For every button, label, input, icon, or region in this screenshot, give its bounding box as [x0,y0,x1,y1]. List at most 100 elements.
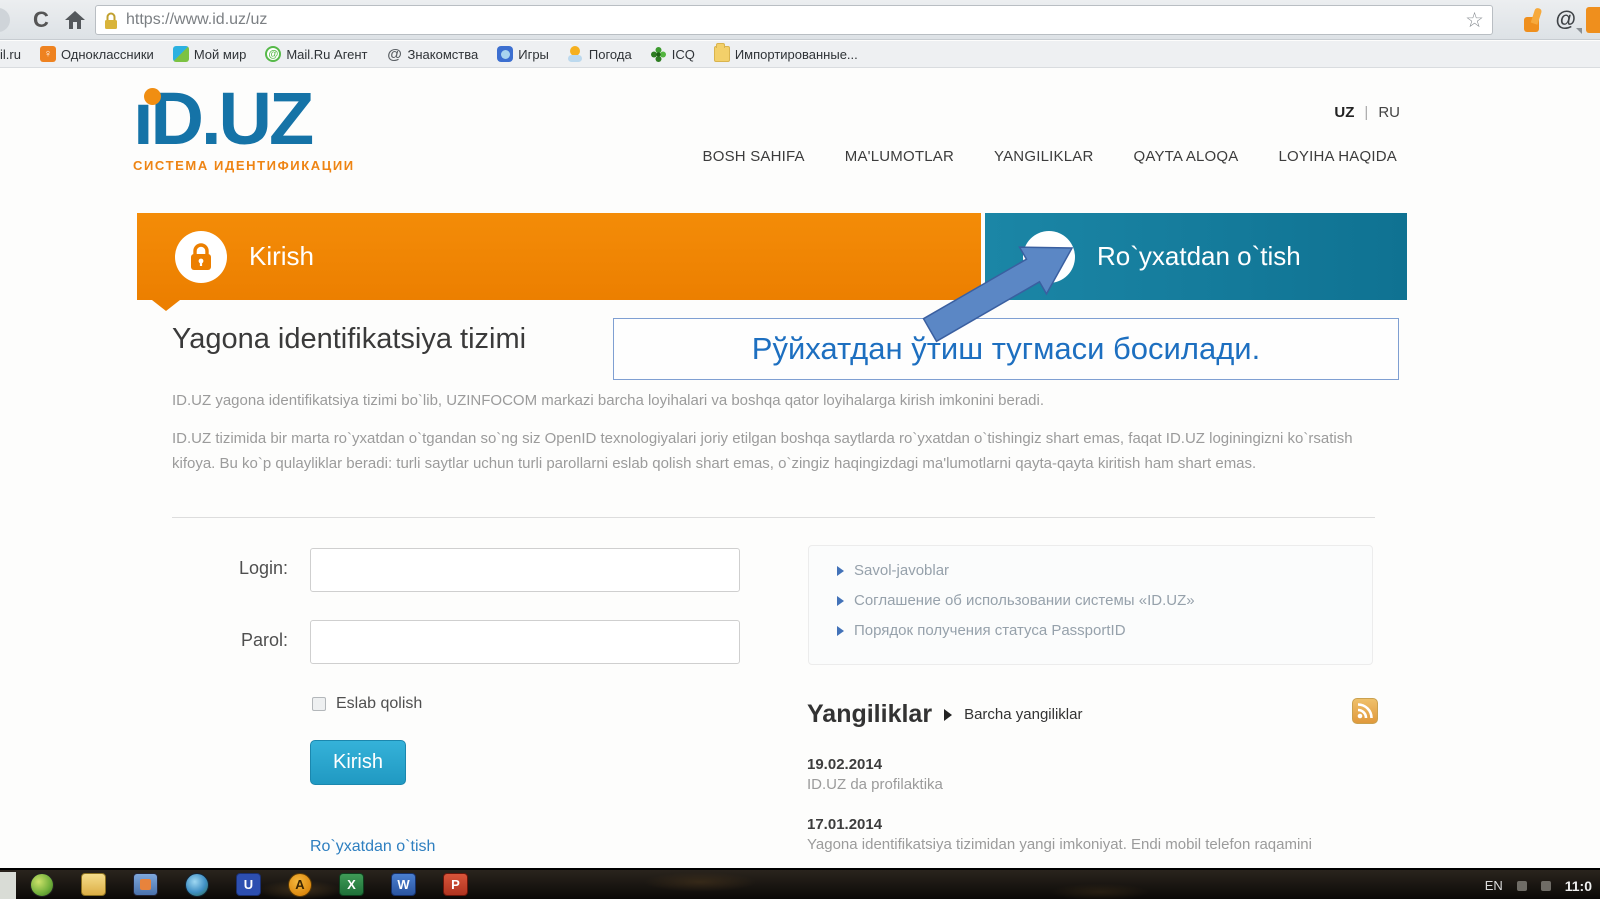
site-logo[interactable]: ıD.UZ СИСТЕМА ИДЕНТИФИКАЦИИ [133,82,355,173]
bookmark-icq[interactable]: ICQ [651,46,695,62]
folder-icon [714,46,730,62]
bookmark-label: Погода [589,47,632,62]
home-icon[interactable] [60,5,90,35]
news-item-date: 19.02.2014 [807,756,882,773]
page-title: Yagona identifikatsiya tizimi [172,323,526,356]
bookmark-mailru-agent[interactable]: @ Mail.Ru Агент [265,46,367,62]
remember-row: Eslab qolish [312,695,422,713]
bookmark-odnoklassniki[interactable]: ♀ Одноклассники [40,46,154,62]
section-divider [172,517,1375,518]
bookmark-label: il.ru [0,47,21,62]
link-soglashenie[interactable]: Соглашение об использовании системы «ID.… [837,592,1372,609]
bookmark-label: Импортированные... [735,47,858,62]
login-input[interactable] [310,548,740,592]
bookmark-moy-mir[interactable]: Мой мир [173,46,247,62]
nav-malumotlar[interactable]: MA'LUMOTLAR [845,148,954,165]
all-news-link[interactable]: Barcha yangiliklar [964,706,1082,723]
url-text: https://www.id.uz/uz [126,11,1465,29]
reload-icon[interactable]: C [26,5,56,35]
back-button-partial[interactable] [0,8,10,32]
start-button[interactable] [30,873,54,897]
tray-icon[interactable] [1517,881,1527,891]
page-content: ıD.UZ СИСТЕМА ИДЕНТИФИКАЦИИ UZ | RU BOSH… [0,68,1600,868]
tab-register-label: Ro`yxatdan o`tish [1097,241,1301,272]
games-icon [497,46,513,62]
explorer-icon[interactable] [81,873,106,896]
taskbar-clock[interactable]: 11:0 [1565,878,1592,894]
logo-title: ıD.UZ [133,82,355,156]
document-app-icon[interactable]: U [236,873,261,896]
logo-subtitle: СИСТЕМА ИДЕНТИФИКАЦИИ [133,158,355,173]
taskbar-tray: EN 11:0 [1485,870,1592,899]
like-extension-icon[interactable] [1524,8,1546,32]
main-navigation: BOSH SAHIFA MA'LUMOTLAR YANGILIKLAR QAYT… [600,148,1397,165]
nav-loyiha-haqida[interactable]: LOYIHA HAQIDA [1279,148,1397,165]
app-icon[interactable] [133,873,158,896]
logo-dot [144,88,161,105]
arrow-bullet-icon [837,626,844,636]
ok-extension-icon[interactable] [1586,7,1600,33]
mailru-extension-icon[interactable]: @ [1556,8,1576,32]
tab-royxatdan-otish[interactable]: ✎ Ro`yxatdan o`tish [985,213,1407,300]
auth-tabs: Kirish ✎ Ro`yxatdan o`tish [137,213,1407,300]
keyboard-language-indicator[interactable]: EN [1485,878,1503,893]
bookmark-imported-folder[interactable]: Импортированные... [714,46,858,62]
bookmark-label: Мой мир [194,47,247,62]
bookmark-label: Одноклассники [61,47,154,62]
kirish-button[interactable]: Kirish [310,740,406,785]
nav-bosh-sahifa[interactable]: BOSH SAHIFA [703,148,805,165]
nav-yangiliklar[interactable]: YANGILIKLAR [994,148,1093,165]
bookmark-pogoda[interactable]: Погода [568,46,632,62]
description-paragraph: ID.UZ tizimida bir marta ro`yxatdan o`tg… [172,426,1372,476]
url-bar[interactable]: https://www.id.uz/uz ☆ [95,5,1493,35]
remember-checkbox[interactable] [312,697,326,711]
register-link[interactable]: Ro`yxatdan o`tish [310,838,435,856]
annotation-callout: Рўйхатдан ўтиш тугмаси босилади. [613,318,1399,380]
news-title: Yangiliklar [807,700,932,729]
screen: C https://www.id.uz/uz ☆ @ il.ru ♀ Однок… [0,0,1600,899]
excel-icon[interactable]: X [339,873,364,896]
word-icon[interactable]: W [391,873,416,896]
nav-qayta-aloqa[interactable]: QAYTA ALOQA [1133,148,1238,165]
news-item-date: 17.01.2014 [807,816,882,833]
news-item-link[interactable]: ID.UZ da profilaktika [807,776,1377,793]
language-switcher: UZ | RU [1300,104,1400,121]
remember-label: Eslab qolish [336,695,422,713]
weather-icon [568,46,584,62]
side-link-label: Соглашение об использовании системы «ID.… [854,592,1195,609]
rss-icon[interactable] [1352,698,1378,724]
https-lock-icon [104,12,118,29]
help-links-box: Savol-javoblar Соглашение об использован… [808,545,1373,665]
taskbar-edge [0,872,16,899]
odnoklassniki-icon: ♀ [40,46,56,62]
tab-kirish[interactable]: Kirish [137,213,981,300]
taskbar-icons: U A X W P [30,873,468,897]
intro-paragraph: ID.UZ yagona identifikatsiya tizimi bo`l… [172,388,1372,413]
parol-input[interactable] [310,620,740,664]
lang-uz[interactable]: UZ [1334,104,1354,121]
bookmark-znakomstva[interactable]: @ Знакомства [387,46,479,62]
bookmark-label: ICQ [672,47,695,62]
parol-label: Parol: [172,630,288,651]
pencil-icon: ✎ [1023,231,1075,283]
bookmark-igry[interactable]: Игры [497,46,549,62]
powerpoint-icon[interactable]: P [443,873,468,896]
znakomstva-icon: @ [387,46,403,62]
news-item-link[interactable]: Yagona identifikatsiya tizimidan yangi i… [807,836,1377,853]
lock-icon [175,231,227,283]
bookmark-star-icon[interactable]: ☆ [1465,8,1484,33]
lang-ru[interactable]: RU [1378,104,1400,121]
bookmark-mailru[interactable]: il.ru [0,47,21,62]
tray-icon[interactable] [1541,881,1551,891]
bookmark-label: Игры [518,47,549,62]
browser-toolbar: C https://www.id.uz/uz ☆ @ [0,0,1600,40]
bookmark-label: Mail.Ru Агент [286,47,367,62]
icq-flower-icon [651,46,667,62]
extension-icons: @ [1524,0,1600,40]
tab-kirish-label: Kirish [249,241,314,272]
link-savol-javoblar[interactable]: Savol-javoblar [837,562,1372,579]
active-tab-pointer [152,300,180,311]
link-poryadok-passportid[interactable]: Порядок получения статуса PassportID [837,622,1372,639]
browser-icon[interactable] [185,873,209,897]
antivirus-icon[interactable]: A [288,873,312,897]
